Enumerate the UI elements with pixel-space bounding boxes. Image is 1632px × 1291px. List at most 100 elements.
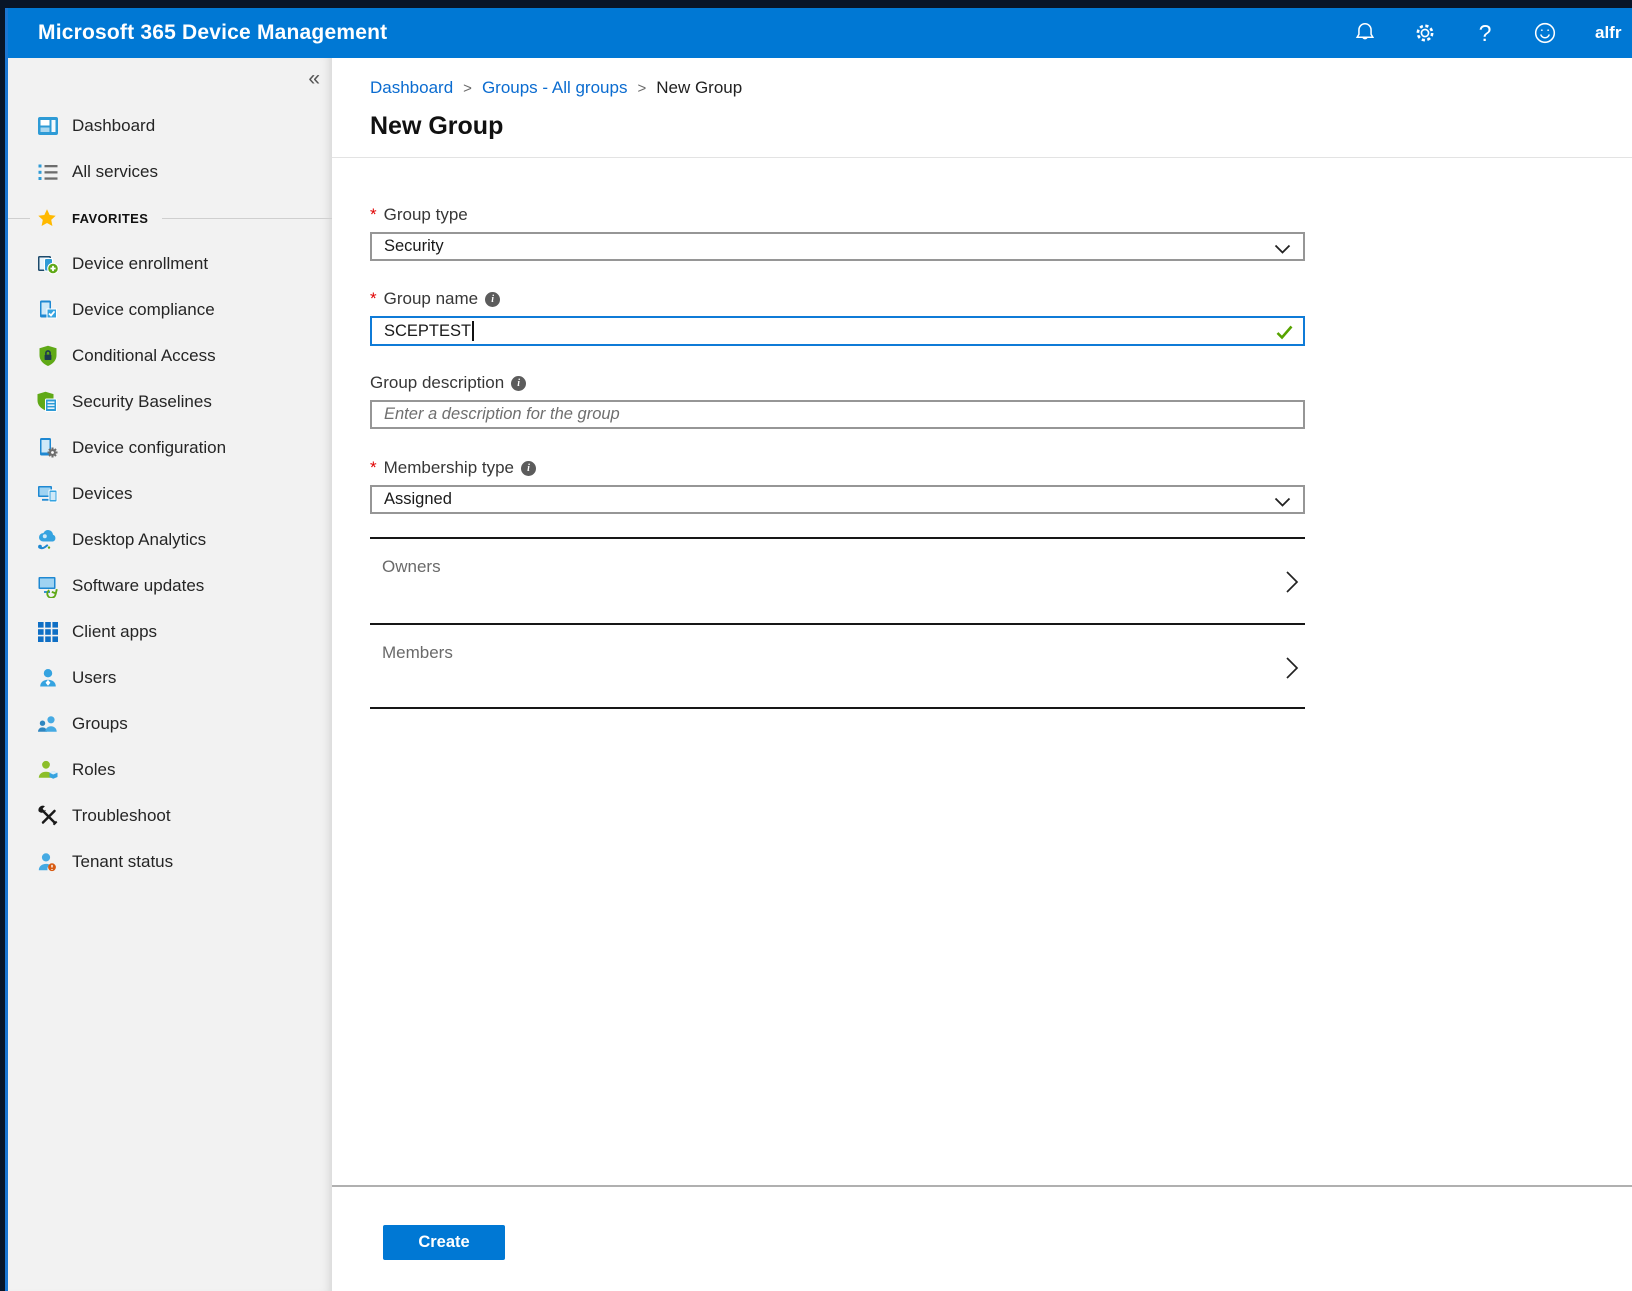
info-icon[interactable]: i: [511, 376, 526, 391]
smiley-icon[interactable]: [1532, 20, 1558, 46]
picker-sections: Owners Members: [370, 537, 1305, 709]
gear-icon[interactable]: [1412, 20, 1438, 46]
info-icon[interactable]: i: [485, 292, 500, 307]
group-name-value: SCEPTEST: [384, 322, 471, 341]
required-asterisk: *: [370, 289, 377, 309]
sidebar-item-device-configuration[interactable]: Device configuration: [8, 425, 332, 471]
sidebar-item-label: Device enrollment: [72, 254, 208, 274]
groups-icon: [36, 712, 60, 736]
sidebar-item-users[interactable]: Users: [8, 655, 332, 701]
sidebar-item-groups[interactable]: Groups: [8, 701, 332, 747]
breadcrumb: Dashboard>Groups - All groups>New Group: [332, 58, 1632, 98]
new-group-form: * Group type Security * Group name i SCE…: [332, 158, 1305, 709]
users-icon: [36, 666, 60, 690]
sidebar-item-label: Client apps: [72, 622, 157, 642]
favorites-header: FAVORITES: [8, 195, 332, 241]
sidebar-item-label: Software updates: [72, 576, 204, 596]
breadcrumb-item-groups-all-groups[interactable]: Groups - All groups: [482, 78, 628, 98]
owners-section[interactable]: Owners: [370, 537, 1305, 623]
sidebar-item-label: Security Baselines: [72, 392, 212, 412]
sidebar-item-security-baselines[interactable]: Security Baselines: [8, 379, 332, 425]
dashboard-icon: [36, 114, 60, 138]
sidebar-item-label: Users: [72, 668, 116, 688]
info-icon[interactable]: i: [521, 461, 536, 476]
sidebar-item-label: Groups: [72, 714, 128, 734]
owners-label: Owners: [382, 557, 441, 577]
device-configuration-icon: [36, 436, 60, 460]
star-icon: [36, 207, 58, 229]
group-description-placeholder: Enter a description for the group: [384, 405, 620, 424]
sidebar-item-label: Tenant status: [72, 852, 173, 872]
sidebar-item-troubleshoot[interactable]: Troubleshoot: [8, 793, 332, 839]
required-asterisk: *: [370, 205, 377, 225]
breadcrumb-separator: >: [637, 80, 646, 97]
favorites-label: FAVORITES: [72, 211, 148, 226]
conditional-access-icon: [36, 344, 60, 368]
sidebar-item-label: Desktop Analytics: [72, 530, 206, 550]
create-button[interactable]: Create: [383, 1225, 505, 1260]
sidebar-item-label: Dashboard: [72, 116, 155, 136]
sidebar-item-tenant-status[interactable]: Tenant status: [8, 839, 332, 885]
group-name-label: * Group name i: [370, 289, 1305, 309]
window-top-strip: [0, 0, 1632, 8]
sidebar-item-label: Troubleshoot: [72, 806, 171, 826]
favorites-divider-left: [8, 218, 30, 219]
chevron-down-icon: [1274, 495, 1291, 513]
group-type-select[interactable]: Security: [370, 232, 1305, 261]
main-content: Dashboard>Groups - All groups>New Group …: [332, 58, 1632, 1291]
breadcrumb-item-dashboard[interactable]: Dashboard: [370, 78, 453, 98]
banner-icons: ?: [1352, 8, 1558, 58]
sidebar-item-label: Conditional Access: [72, 346, 216, 366]
breadcrumb-separator: >: [463, 80, 472, 97]
sidebar-item-client-apps[interactable]: Client apps: [8, 609, 332, 655]
sidebar-item-conditional-access[interactable]: Conditional Access: [8, 333, 332, 379]
sidebar-item-desktop-analytics[interactable]: Desktop Analytics: [8, 517, 332, 563]
account-name[interactable]: alfr: [1595, 23, 1621, 43]
group-type-value: Security: [384, 237, 444, 256]
help-icon[interactable]: ?: [1472, 20, 1498, 46]
sidebar-item-device-compliance[interactable]: Device compliance: [8, 287, 332, 333]
page-title: New Group: [332, 98, 1632, 141]
sidebar-item-device-enrollment[interactable]: Device enrollment: [8, 241, 332, 287]
favorites-divider-right: [162, 218, 332, 219]
all-services-icon: [36, 160, 60, 184]
client-apps-icon: [36, 620, 60, 644]
group-description-label: Group description i: [370, 373, 1305, 393]
desktop-analytics-icon: [36, 528, 60, 552]
sidebar-item-devices[interactable]: Devices: [8, 471, 332, 517]
device-compliance-icon: [36, 298, 60, 322]
sidebar-item-software-updates[interactable]: Software updates: [8, 563, 332, 609]
roles-icon: [36, 758, 60, 782]
sidebar-item-roles[interactable]: Roles: [8, 747, 332, 793]
sidebar-item-label: Device compliance: [72, 300, 215, 320]
group-description-input[interactable]: Enter a description for the group: [370, 400, 1305, 429]
sidebar-item-dashboard[interactable]: Dashboard: [8, 103, 332, 149]
check-icon: [1276, 325, 1293, 345]
membership-type-label: * Membership type i: [370, 458, 1305, 478]
bell-icon[interactable]: [1352, 20, 1378, 46]
members-section[interactable]: Members: [370, 623, 1305, 709]
sidebar-item-all-services[interactable]: All services: [8, 149, 332, 195]
devices-icon: [36, 482, 60, 506]
members-label: Members: [382, 643, 453, 663]
sidebar: « Dashboard All services FAVORITES Device…: [8, 58, 332, 1291]
sidebar-item-label: Device configuration: [72, 438, 226, 458]
sidebar-collapse-button[interactable]: «: [308, 68, 320, 89]
device-enrollment-icon: [36, 252, 60, 276]
required-asterisk: *: [370, 458, 377, 478]
troubleshoot-icon: [36, 804, 60, 828]
membership-type-value: Assigned: [384, 490, 452, 509]
security-baselines-icon: [36, 390, 60, 414]
software-updates-icon: [36, 574, 60, 598]
sidebar-item-label: Roles: [72, 760, 115, 780]
membership-type-select[interactable]: Assigned: [370, 485, 1305, 514]
group-name-input[interactable]: SCEPTEST: [370, 316, 1305, 346]
text-caret: [472, 321, 474, 341]
content-header: Dashboard>Groups - All groups>New Group …: [332, 58, 1632, 158]
sidebar-item-label: All services: [72, 162, 158, 182]
chevron-right-icon: [1285, 570, 1299, 599]
top-banner: Microsoft 365 Device Management ? alfr: [8, 8, 1632, 58]
sidebar-nav: Dashboard All services FAVORITES Device e…: [8, 103, 332, 885]
chevron-right-icon: [1285, 656, 1299, 685]
tenant-status-icon: [36, 850, 60, 874]
